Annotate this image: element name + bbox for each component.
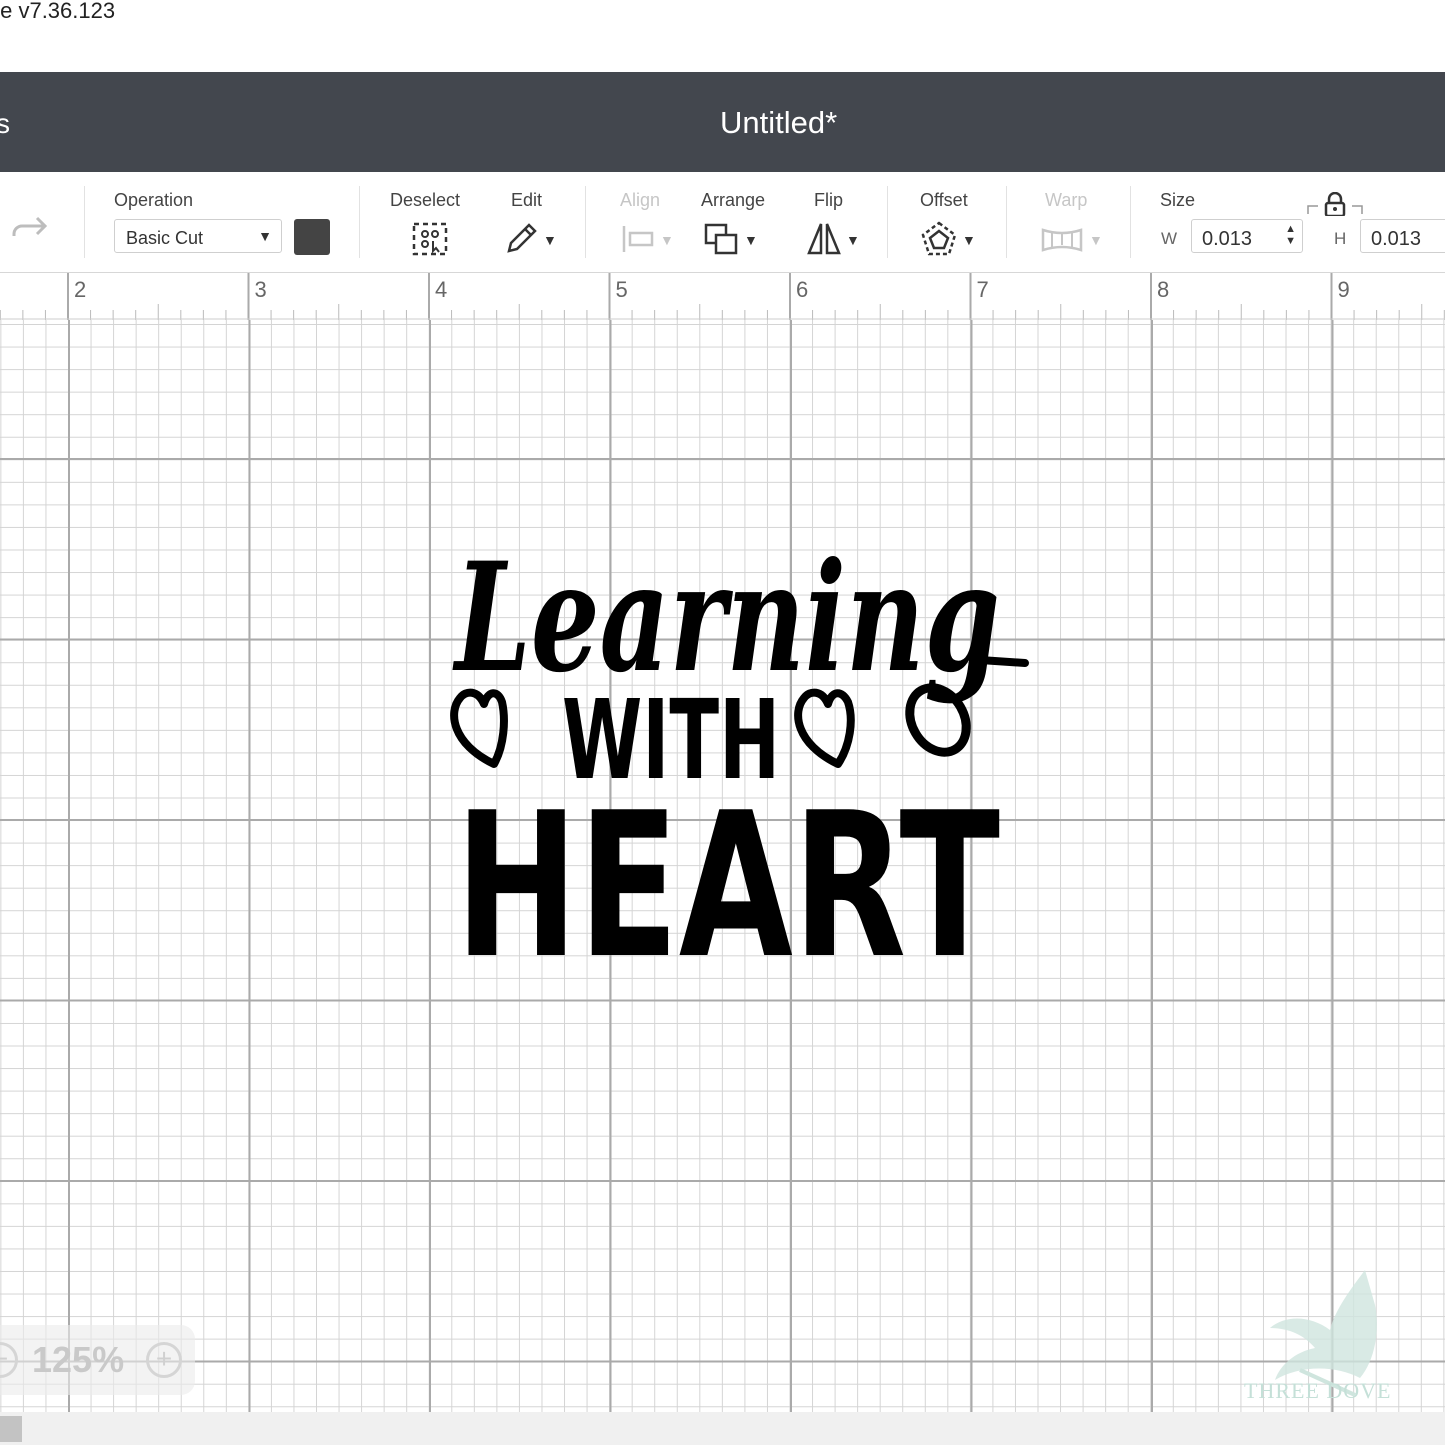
chevron-down-icon[interactable]: ▼: [543, 232, 557, 248]
toolbar-divider: [585, 186, 586, 258]
align-label: Align: [620, 190, 661, 210]
ruler-label: 9: [1337, 277, 1350, 302]
ruler-label: 4: [435, 277, 448, 302]
pencil-icon[interactable]: [504, 220, 540, 256]
warp-icon: [1041, 228, 1083, 252]
ruler-label: 8: [1157, 277, 1170, 302]
offset-label: Offset: [920, 190, 968, 210]
chevron-down-icon[interactable]: ▼: [846, 232, 860, 248]
zoom-level: 125%: [32, 1339, 125, 1380]
ruler-label: 6: [796, 277, 809, 302]
watermark-text: THREE DOVE: [1244, 1378, 1392, 1403]
color-swatch[interactable]: [294, 219, 330, 255]
g-tail-stroke: [976, 656, 1029, 667]
chevron-down-icon: ▼: [258, 228, 272, 244]
ruler-label: 5: [615, 277, 628, 302]
operation-value: Basic Cut: [126, 228, 204, 248]
arrange-icon[interactable]: [703, 222, 741, 258]
ruler-label: 7: [976, 277, 989, 302]
toolbar-divider: [1006, 186, 1007, 258]
window-titlebar: te v7.36.123: [0, 0, 1445, 72]
toolbar-divider: [1130, 186, 1131, 258]
horizontal-scrollbar[interactable]: [0, 1412, 1445, 1445]
edit-label: Edit: [511, 190, 543, 210]
operation-label: Operation: [114, 190, 194, 210]
app-header: s Untitled*: [0, 72, 1445, 172]
edit-toolbar: Operation Basic Cut ▼ Deselect Edit ▼ Al…: [0, 172, 1445, 273]
height-value: 0.013: [1371, 228, 1422, 250]
ruler-ticks: [0, 273, 1445, 320]
zoom-control: − 125% +: [0, 1325, 195, 1395]
zoom-out-button[interactable]: −: [0, 1342, 18, 1378]
document-title: Untitled*: [720, 105, 838, 140]
design-line-3: HEART: [455, 770, 1000, 970]
warp-label: Warp: [1045, 190, 1088, 210]
offset-icon[interactable]: [920, 220, 958, 258]
ruler-label: 2: [74, 277, 87, 302]
size-label: Size: [1160, 190, 1196, 210]
zoom-in-button[interactable]: +: [146, 1342, 182, 1378]
toolbar-divider: [84, 186, 85, 258]
width-label: W: [1161, 229, 1178, 248]
chevron-down-icon[interactable]: ▼: [962, 232, 976, 248]
stepper-icon[interactable]: ▲ ▼: [1285, 223, 1296, 247]
flip-label: Flip: [814, 190, 844, 210]
arrange-label: Arrange: [701, 190, 766, 210]
app-title: te v7.36.123: [0, 0, 116, 23]
deselect-label: Deselect: [390, 190, 461, 210]
scrollbar-thumb[interactable]: [0, 1416, 22, 1442]
align-icon: [622, 226, 654, 252]
operation-select[interactable]: Basic Cut ▼: [114, 219, 282, 253]
learning-with-heart-design[interactable]: Learning WITH HEART: [440, 520, 1040, 970]
horizontal-ruler: 2 3 4 5 6 7 8 9: [0, 273, 1445, 320]
chevron-down-icon: ▼: [660, 232, 674, 248]
height-input[interactable]: 0.013: [1360, 219, 1445, 253]
toolbar-divider: [887, 186, 888, 258]
redo-icon[interactable]: [10, 212, 50, 246]
flip-icon[interactable]: [806, 220, 842, 258]
deselect-icon[interactable]: [411, 221, 449, 257]
header-menu-partial[interactable]: s: [0, 108, 10, 140]
width-input[interactable]: 0.013 ▲ ▼: [1191, 219, 1303, 253]
ruler-label: 3: [254, 277, 267, 302]
chevron-down-icon[interactable]: ▼: [744, 232, 758, 248]
width-value: 0.013: [1202, 228, 1253, 250]
chevron-down-icon: ▼: [1089, 232, 1103, 248]
lock-icon[interactable]: [1306, 192, 1364, 216]
height-label: H: [1334, 229, 1347, 248]
toolbar-divider: [359, 186, 360, 258]
